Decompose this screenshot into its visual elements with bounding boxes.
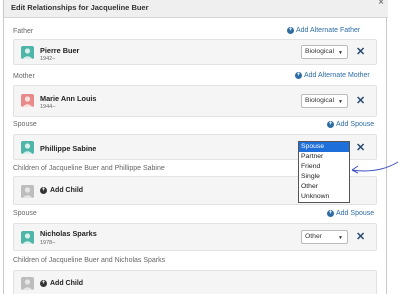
remove-father-icon[interactable]: ✕ [356,45,365,58]
mother-card: Marie Ann Louis 1944– Biological ▼ ✕ [13,85,377,117]
children-label: Children of Jacqueline Buer and Nicholas… [13,257,166,264]
add-child-button[interactable]: + Add Child [40,280,83,287]
caret-down-icon: ▼ [338,99,343,105]
add-spouse-link[interactable]: + Add Spouse [327,210,374,217]
male-person-icon [21,231,34,244]
female-person-icon [21,94,34,107]
children-card: + Add Child [13,270,377,294]
spouse-relationship-dropdown[interactable]: Spouse Partner Friend Single Other Unkno… [298,141,350,203]
person-placeholder-icon [21,277,34,290]
add-child-label: Add Child [50,187,84,194]
plus-circle-icon: + [327,210,334,217]
plus-circle-icon: + [40,187,47,194]
option-other[interactable]: Other [299,182,349,192]
spouse-name[interactable]: Nicholas Sparks [40,229,97,238]
children-label: Children of Jacqueline Buer and Phillipp… [13,165,165,172]
spouse-name[interactable]: Phillippe Sabine [40,144,96,153]
spouse-card: Nicholas Sparks 1978– Other ▼ ✕ [13,223,377,251]
dialog-title: Edit Relationships for Jacqueline Buer [11,3,149,12]
option-unknown[interactable]: Unknown [299,192,349,202]
mother-relationship-select[interactable]: Biological ▼ [301,94,348,108]
male-person-icon [21,141,34,154]
add-spouse-link[interactable]: + Add Spouse [327,121,374,128]
close-icon[interactable]: × [378,0,384,8]
plus-circle-icon: + [295,72,302,79]
mother-label: Mother [13,73,35,80]
mother-name[interactable]: Marie Ann Louis [40,94,97,103]
option-friend[interactable]: Friend [299,162,349,172]
remove-mother-icon[interactable]: ✕ [356,94,365,107]
annotation-arrow-icon [351,161,399,174]
option-spouse[interactable]: Spouse [299,142,349,152]
dialog-title-bar: Edit Relationships for Jacqueline Buer × [4,0,388,18]
male-person-icon [21,46,34,59]
spouse-label: Spouse [13,210,37,217]
spouse-relationship-value: Other [305,233,322,240]
add-alternate-mother-link[interactable]: + Add Alternate Mother [295,72,370,79]
father-name[interactable]: Pierre Buer [40,46,79,55]
person-placeholder-icon [21,185,34,198]
add-child-button[interactable]: + Add Child [40,187,83,194]
father-card: Pierre Buer 1942– Biological ▼ ✕ [13,39,377,65]
plus-circle-icon: + [287,27,294,34]
plus-circle-icon: + [327,121,334,128]
father-relationship-value: Biological [305,48,335,55]
add-alternate-father-link[interactable]: + Add Alternate Father [287,27,360,34]
father-dates: 1942– [40,56,56,62]
father-relationship-select[interactable]: Biological ▼ [301,45,348,59]
remove-spouse-icon[interactable]: ✕ [356,230,365,243]
add-spouse-label: Add Spouse [336,121,375,128]
remove-spouse-icon[interactable]: ✕ [356,141,365,154]
spouse-dates: 1978– [40,240,56,246]
plus-circle-icon: + [40,280,47,287]
spouse-relationship-select[interactable]: Other ▼ [301,230,348,244]
option-single[interactable]: Single [299,172,349,182]
option-partner[interactable]: Partner [299,152,349,162]
father-label: Father [13,28,34,35]
spouse-label: Spouse [13,121,37,128]
mother-dates: 1944– [40,104,56,110]
add-spouse-label: Add Spouse [336,210,375,217]
mother-relationship-value: Biological [305,97,335,104]
add-child-label: Add Child [50,280,84,287]
add-alternate-mother-label: Add Alternate Mother [304,72,370,79]
caret-down-icon: ▼ [338,50,343,56]
caret-down-icon: ▼ [338,235,343,241]
add-alternate-father-label: Add Alternate Father [296,27,361,34]
